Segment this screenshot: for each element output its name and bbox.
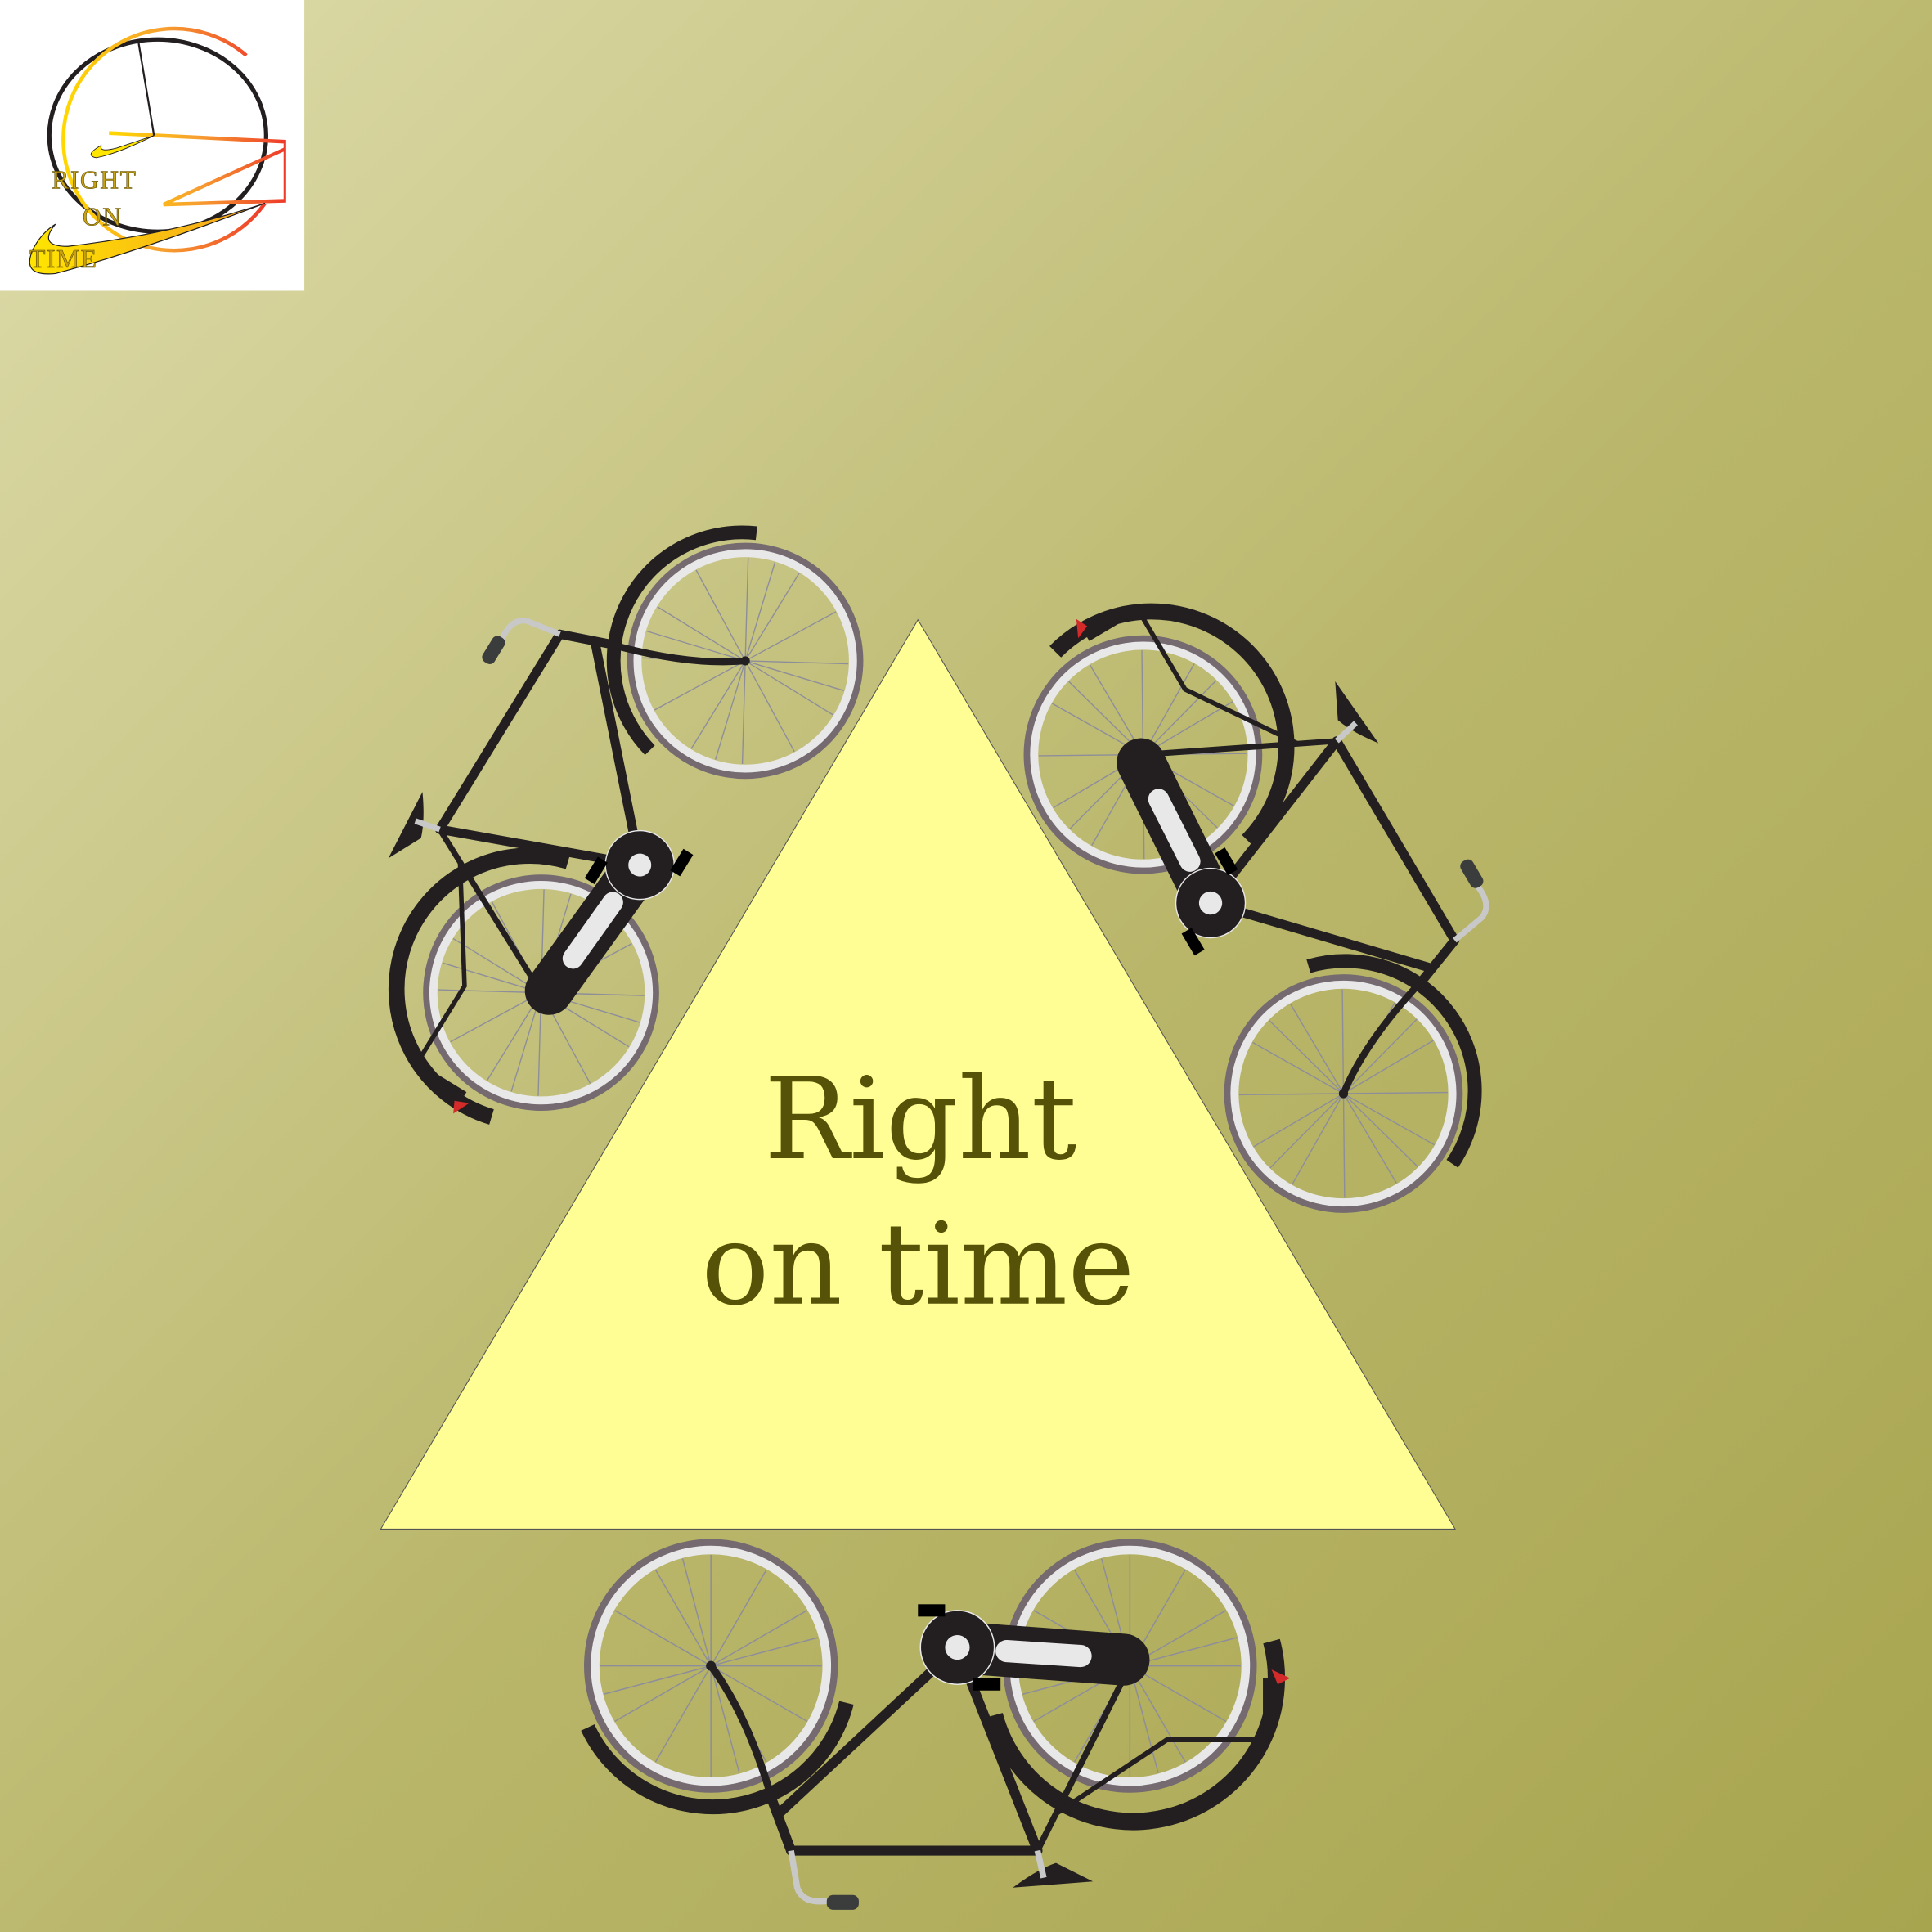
title-line-1: Right bbox=[764, 1053, 1076, 1185]
title-line-2: on time bbox=[701, 1198, 1134, 1331]
logo: RIGHT ON TIME bbox=[0, 0, 305, 291]
logo-text-time: TIME bbox=[29, 245, 97, 273]
logo-text-on: ON bbox=[83, 203, 123, 231]
poster-canvas: RIGHT ON TIME Right on time bbox=[0, 0, 1932, 1932]
logo-text-right: RIGHT bbox=[52, 165, 137, 194]
